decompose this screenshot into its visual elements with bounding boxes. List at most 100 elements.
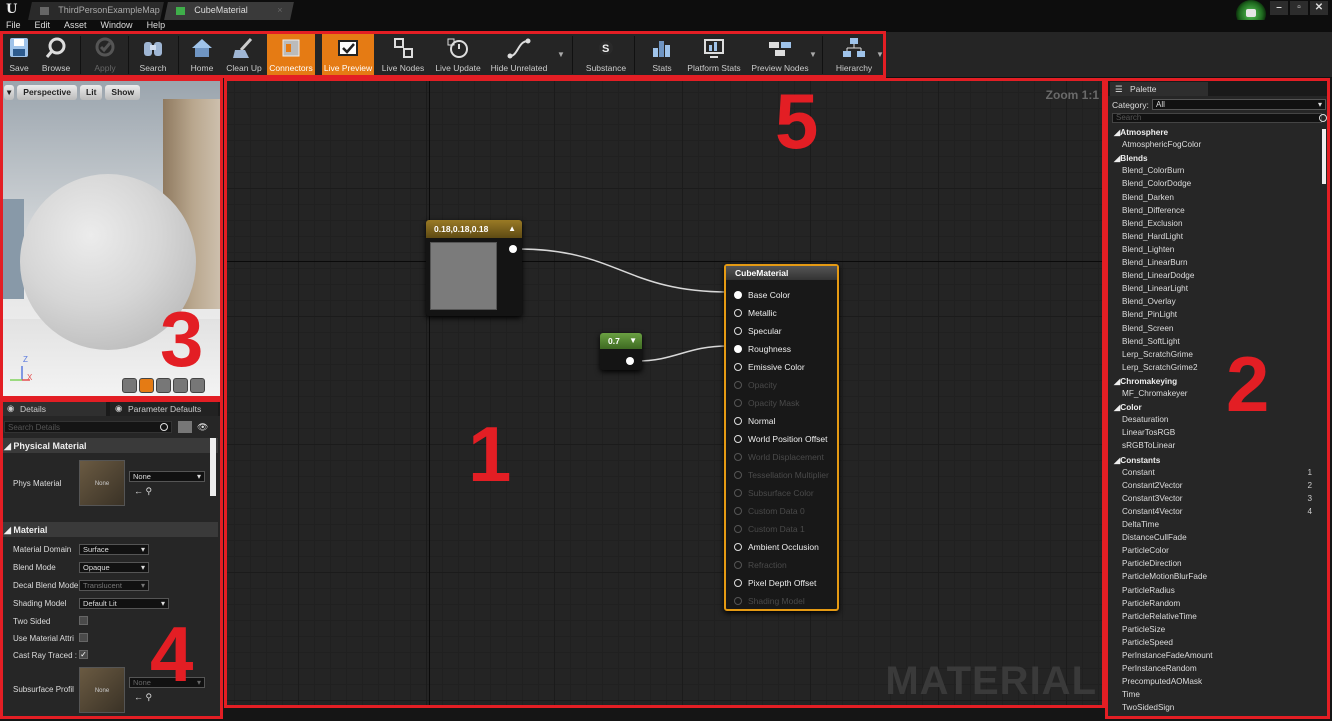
sphere-shape-icon[interactable] [139,378,154,393]
palette-item[interactable]: LinearTosRGB [1122,428,1175,437]
palette-item[interactable]: DeltaTime [1122,520,1159,529]
palette-item[interactable]: sRGBToLinear [1122,441,1175,450]
category-dropdown[interactable]: All ▾ [1152,99,1326,110]
tab-palette[interactable]: ☰ Palette [1110,82,1208,96]
palette-item[interactable]: Blend_PinLight [1122,310,1177,319]
input-pin[interactable] [734,345,742,353]
palette-item[interactable]: PerInstanceFadeAmount [1122,651,1213,660]
input-pin[interactable] [734,561,742,569]
substance-button[interactable]: S Substance [584,34,628,76]
palette-item[interactable]: TwoSidedSign [1122,703,1174,712]
lit-button[interactable]: Lit [80,85,103,100]
connectors-button[interactable]: Connectors [267,34,315,76]
shading-model-dropdown[interactable]: Default Lit [79,598,169,609]
search-icon[interactable] [1319,114,1327,122]
input-pin[interactable] [734,435,742,443]
palette-item[interactable]: Lerp_ScratchGrime [1122,350,1193,359]
preview-nodes-dropdown-icon[interactable]: ▼ [809,50,817,59]
input-pin-row[interactable]: Normal [734,416,775,428]
input-pin-row[interactable]: Base Color [734,290,790,302]
two-sided-checkbox[interactable] [79,616,88,625]
input-pin[interactable] [734,453,742,461]
palette-item[interactable]: ParticleColor [1122,546,1169,555]
palette-item[interactable]: Blend_Exclusion [1122,219,1183,228]
palette-item[interactable]: Constant4Vector [1122,507,1183,516]
palette-category[interactable]: ◢Atmosphere [1114,127,1168,137]
palette-category[interactable]: ◢Chromakeying [1114,376,1177,386]
input-pin[interactable] [734,381,742,389]
palette-item[interactable]: Blend_Difference [1122,206,1185,215]
palette-item[interactable]: MF_Chromakeyer [1122,389,1188,398]
palette-item[interactable]: Blend_Lighten [1122,245,1174,254]
viewport-options-dropdown[interactable]: ▾ [4,85,15,100]
palette-item[interactable]: Constant2Vector [1122,481,1183,490]
input-pin[interactable] [734,291,742,299]
cylinder-shape-icon[interactable] [122,378,137,393]
close-icon[interactable]: ✕ [1310,1,1328,15]
minimize-icon[interactable]: – [1270,1,1288,15]
show-button[interactable]: Show [105,85,141,100]
tab-parameter-defaults[interactable]: ◉ Parameter Defaults [110,401,218,416]
search-icon[interactable] [160,423,168,431]
cubematerial-result-node[interactable]: CubeMaterial Base Color Metallic Specular R… [724,264,839,611]
decal-blend-mode-dropdown[interactable]: Translucent [79,580,149,591]
input-pin[interactable] [734,471,742,479]
physical-material-header[interactable]: ◢ Physical Material [0,438,218,453]
palette-item[interactable]: DistanceCullFade [1122,533,1187,542]
palette-category[interactable]: ◢Color [1114,402,1142,412]
palette-category[interactable]: ◢Constants [1114,455,1160,465]
palette-item[interactable]: Desaturation [1122,415,1168,424]
input-pin[interactable] [734,399,742,407]
browse-button[interactable]: Browse [38,34,74,76]
search-button[interactable]: Search [134,34,172,76]
material-graph[interactable]: Zoom 1:1 MATERIAL 0.18,0.18,0.18 ▲ 0.7 ▼ C… [226,80,1103,706]
eye-icon[interactable]: 👁 [197,422,208,433]
expand-icon[interactable]: ▼ [629,336,637,345]
palette-item[interactable]: PerInstanceRandom [1122,664,1197,673]
preview-nodes-button[interactable]: Preview Nodes [750,34,810,76]
stats-button[interactable]: Stats [646,34,678,76]
hide-unrelated-button[interactable]: Hide Unrelated [489,34,549,76]
input-pin[interactable] [734,489,742,497]
menu-file[interactable]: File [6,20,21,32]
use-material-attributes-checkbox[interactable] [79,633,88,642]
input-pin-row[interactable]: Ambient Occlusion [734,542,819,554]
palette-item[interactable]: Blend_Screen [1122,324,1173,333]
palette-item[interactable]: Blend_Darken [1122,193,1174,202]
menu-window[interactable]: Window [101,20,133,32]
palette-item[interactable]: AtmosphericFogColor [1122,140,1201,149]
palette-item[interactable]: Lerp_ScratchGrime2 [1122,363,1198,372]
tab-thirdpersonexamplemap[interactable]: ThirdPersonExampleMap [28,2,164,20]
blend-mode-dropdown[interactable]: Opaque [79,562,149,573]
palette-search-input[interactable]: Search [1112,113,1322,123]
maximize-icon[interactable]: ▫ [1290,1,1308,15]
palette-item[interactable]: Blend_LinearLight [1122,284,1188,293]
cleanup-button[interactable]: Clean Up [224,34,264,76]
material-domain-dropdown[interactable]: Surface [79,544,149,555]
palette-item[interactable]: ParticleDirection [1122,559,1182,568]
live-update-button[interactable]: Live Update [432,34,484,76]
phys-material-dropdown[interactable]: None [129,471,205,482]
menu-edit[interactable]: Edit [35,20,51,32]
input-pin-row[interactable]: Metallic [734,308,777,320]
menu-help[interactable]: Help [147,20,166,32]
input-pin[interactable] [734,363,742,371]
hierarchy-dropdown-icon[interactable]: ▼ [876,50,884,59]
hierarchy-button[interactable]: Hierarchy [832,34,876,76]
palette-item[interactable]: Blend_ColorBurn [1122,166,1184,175]
material-header[interactable]: ◢ Material [0,522,218,537]
output-pin[interactable] [509,245,517,253]
input-pin[interactable] [734,543,742,551]
scalar-constant-node[interactable]: 0.7 ▼ [600,333,642,370]
details-search-input[interactable]: Search Details [4,421,172,433]
apply-button[interactable]: Apply [88,34,122,76]
input-pin[interactable] [734,507,742,515]
palette-item[interactable]: Blend_LinearDodge [1122,271,1194,280]
palette-item[interactable]: Time [1122,690,1140,699]
perspective-button[interactable]: Perspective [17,85,78,100]
menu-asset[interactable]: Asset [64,20,87,32]
input-pin-row[interactable]: Emissive Color [734,362,805,374]
details-scrollbar[interactable] [210,438,216,496]
palette-item[interactable]: Blend_SoftLight [1122,337,1180,346]
subsurface-profile-thumbnail[interactable]: None [79,667,125,713]
